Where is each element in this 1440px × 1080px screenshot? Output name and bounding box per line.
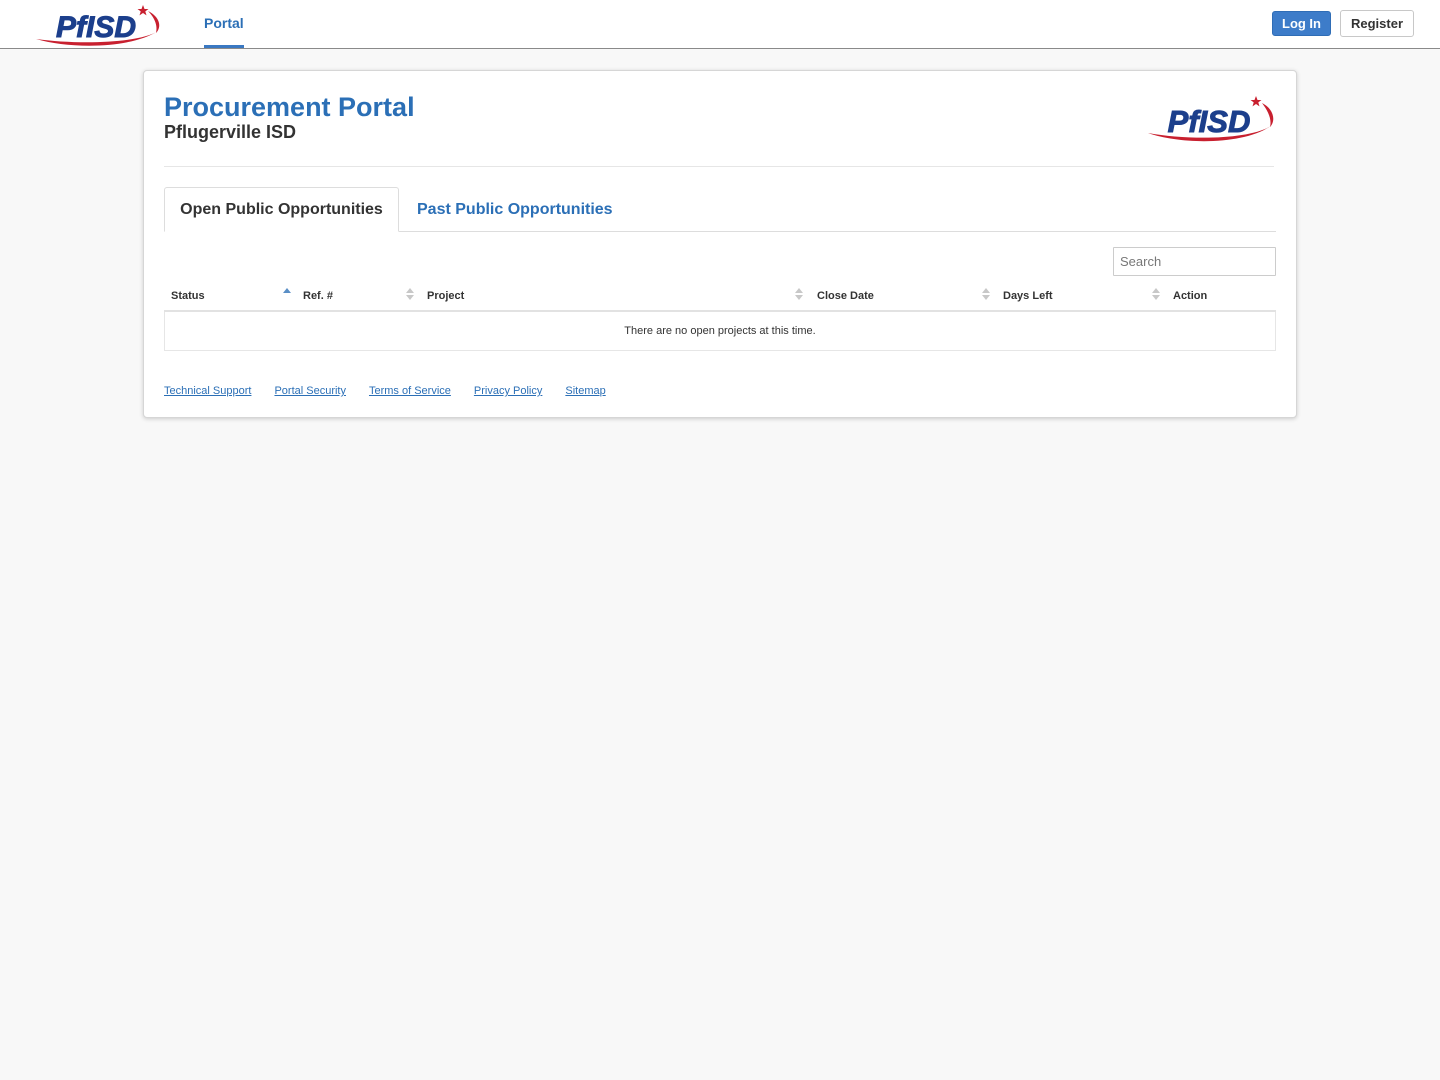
column-header-project[interactable]: Project bbox=[427, 281, 464, 310]
sort-ascending-icon[interactable] bbox=[283, 288, 291, 302]
link-sitemap[interactable]: Sitemap bbox=[565, 385, 605, 397]
column-label: Ref. # bbox=[303, 289, 333, 302]
logo-text: PfISD bbox=[56, 11, 136, 44]
empty-message: There are no open projects at this time. bbox=[624, 325, 816, 337]
pfisd-logo[interactable]: PfISD bbox=[30, 3, 162, 47]
page-subtitle: Pflugerville ISD bbox=[164, 122, 297, 142]
column-header-status[interactable]: Status bbox=[171, 281, 205, 310]
sort-icon[interactable] bbox=[1152, 288, 1160, 302]
column-header-ref[interactable]: Ref. # bbox=[303, 281, 333, 310]
logo-text: PfISD bbox=[1168, 104, 1251, 139]
column-label: Close Date bbox=[817, 289, 874, 302]
search-input[interactable] bbox=[1113, 247, 1276, 276]
tab-past-public-opportunities[interactable]: Past Public Opportunities bbox=[417, 187, 613, 232]
register-button[interactable]: Register bbox=[1340, 10, 1414, 37]
column-header-close-date[interactable]: Close Date bbox=[817, 281, 874, 310]
star-icon bbox=[1250, 96, 1262, 107]
sort-icon[interactable] bbox=[406, 288, 414, 302]
login-button[interactable]: Log In bbox=[1272, 11, 1331, 36]
column-label: Action bbox=[1173, 289, 1208, 302]
header-divider bbox=[164, 166, 1274, 167]
star-icon bbox=[137, 5, 149, 16]
link-privacy-policy[interactable]: Privacy Policy bbox=[474, 385, 542, 397]
table-empty-row: There are no open projects at this time. bbox=[164, 312, 1276, 351]
sort-icon[interactable] bbox=[982, 288, 990, 302]
footer-links: Technical Support Portal Security Terms … bbox=[164, 385, 606, 397]
top-navbar: PfISD Portal Log In Register bbox=[0, 0, 1440, 49]
link-technical-support[interactable]: Technical Support bbox=[164, 385, 251, 397]
column-header-days-left[interactable]: Days Left bbox=[1003, 281, 1053, 310]
tab-open-public-opportunities[interactable]: Open Public Opportunities bbox=[164, 187, 399, 232]
link-terms-of-service[interactable]: Terms of Service bbox=[369, 385, 451, 397]
table-header: Status Ref. # Project Close Date Days Le… bbox=[164, 281, 1276, 312]
nav-tab-portal[interactable]: Portal bbox=[204, 0, 244, 48]
column-label: Project bbox=[427, 289, 465, 302]
column-label: Status bbox=[171, 289, 205, 302]
column-label: Days Left bbox=[1003, 289, 1053, 302]
pfisd-logo-large: PfISD bbox=[1148, 96, 1274, 142]
column-header-action: Action bbox=[1173, 281, 1207, 310]
procurement-card: Procurement Portal Pflugerville ISD PfIS… bbox=[143, 70, 1297, 418]
sort-icon[interactable] bbox=[795, 288, 803, 302]
page-title: Procurement Portal bbox=[164, 92, 415, 122]
link-portal-security[interactable]: Portal Security bbox=[274, 385, 346, 397]
